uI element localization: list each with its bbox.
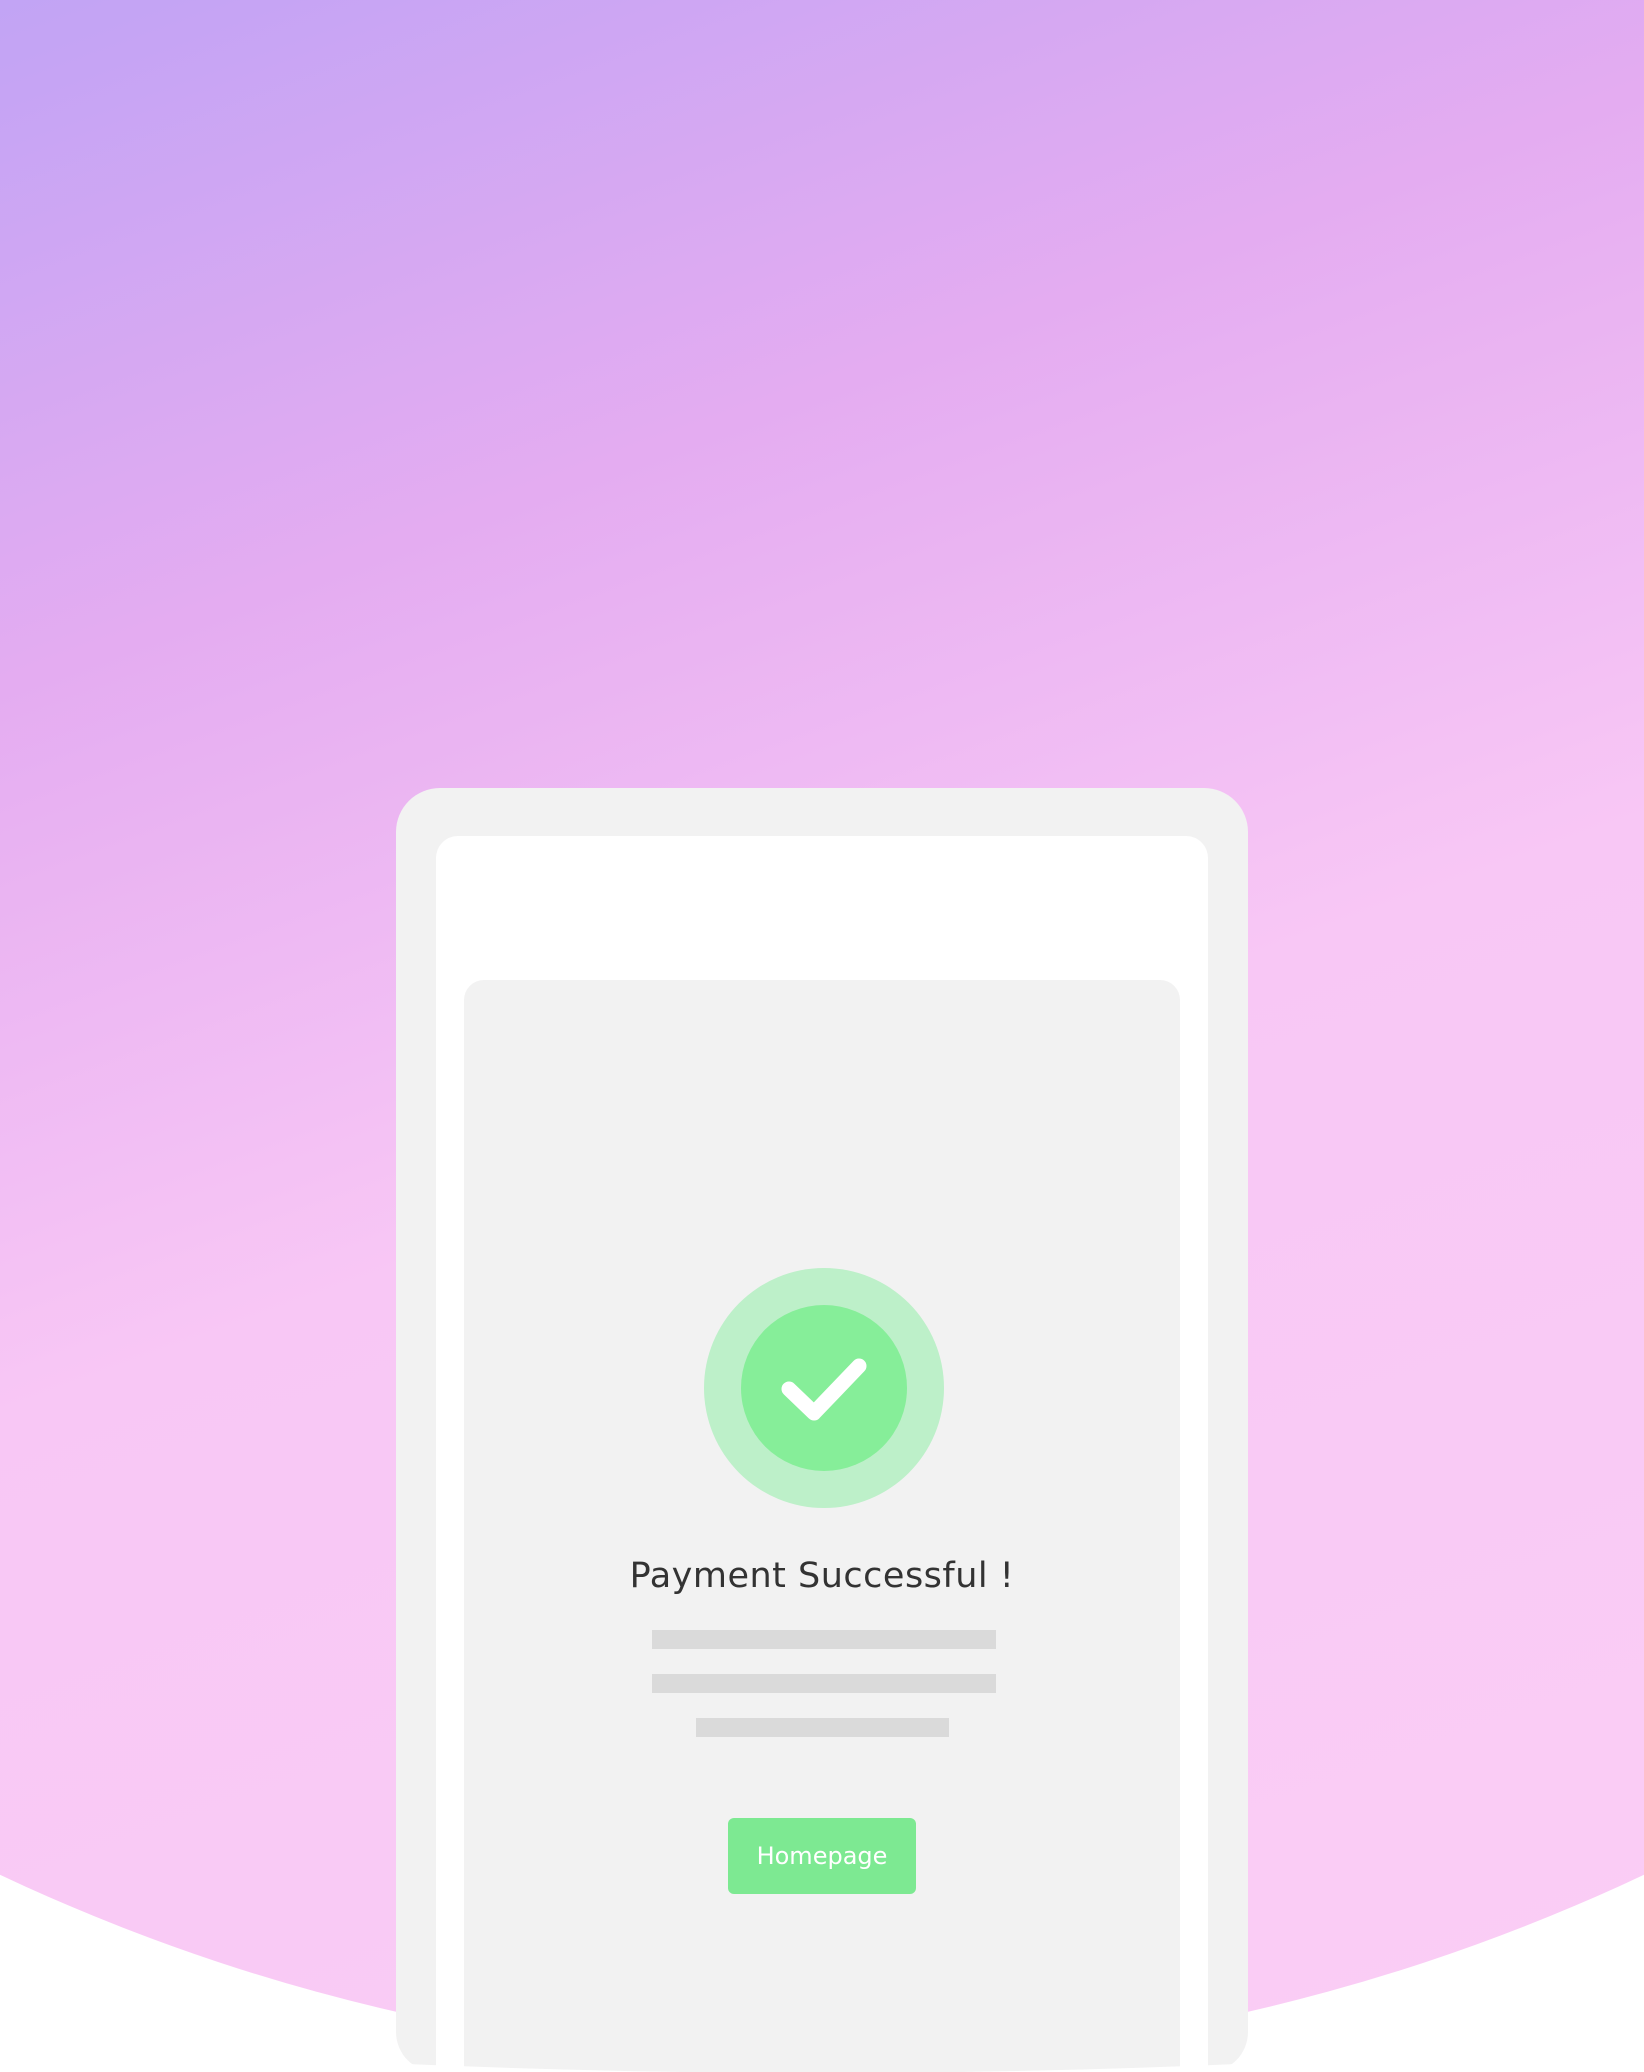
homepage-button[interactable]: Homepage: [728, 1818, 916, 1894]
check-circle-icon: [704, 1268, 944, 1508]
placeholder-text-line: [652, 1674, 996, 1693]
bottom-curve: [0, 2038, 1644, 2072]
check-circle-inner: [741, 1305, 907, 1471]
checkmark-icon: [781, 1358, 867, 1421]
payment-success-title: Payment Successful !: [629, 1556, 1015, 1596]
device-screen: Payment Successful ! Homepage: [436, 836, 1208, 2072]
device-frame: Payment Successful ! Homepage: [396, 788, 1248, 2072]
placeholder-text-line: [696, 1718, 949, 1737]
payment-card: Payment Successful ! Homepage: [464, 980, 1180, 2072]
placeholder-text-line: [652, 1630, 996, 1649]
